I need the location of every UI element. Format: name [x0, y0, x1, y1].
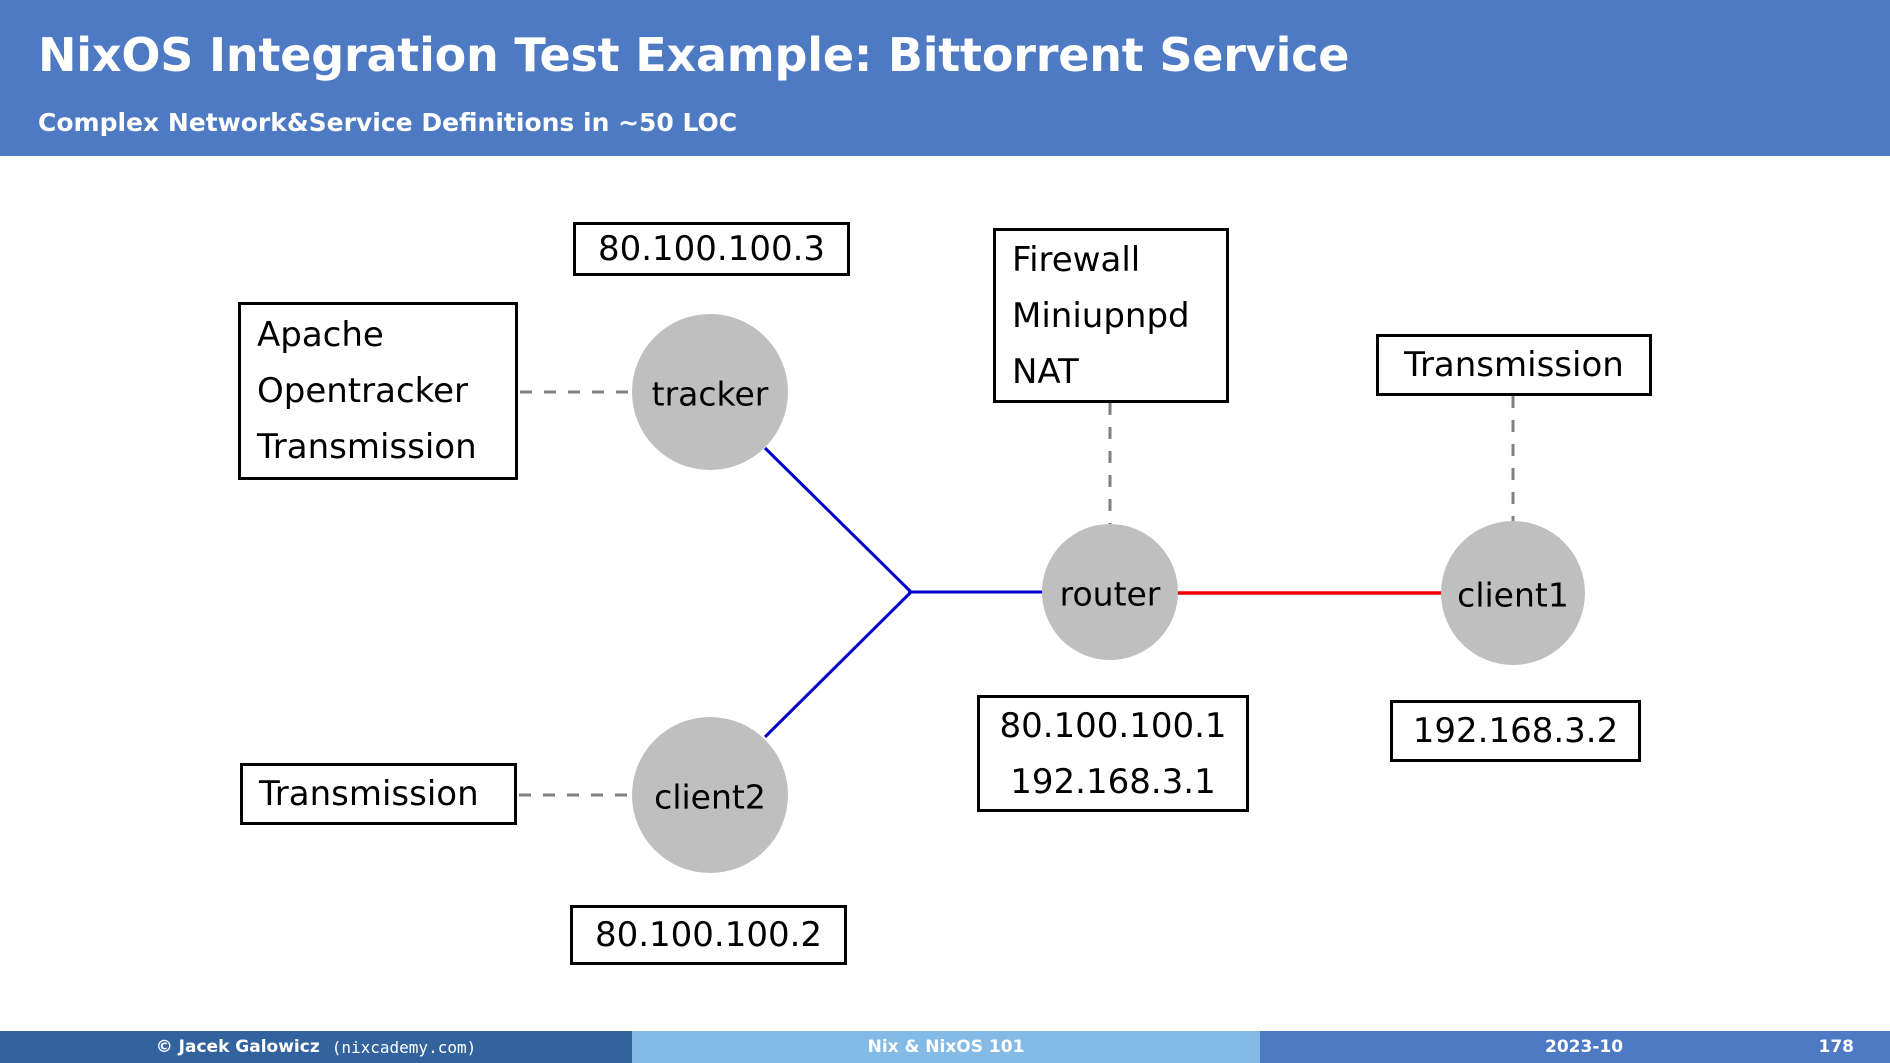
box-router-ip: 80.100.100.1 192.168.3.1: [977, 695, 1249, 812]
footer-website[interactable]: (nixcademy.com): [332, 1038, 477, 1057]
box-line: 192.168.3.1: [1010, 761, 1216, 802]
footer-page-number: 178: [1818, 1037, 1855, 1057]
slide-subtitle: Complex Network&Service Definitions in ~…: [38, 108, 738, 137]
node-circle-client2[interactable]: [632, 717, 788, 873]
node-circle-client1[interactable]: [1441, 521, 1585, 665]
box-line: 80.100.100.3: [597, 229, 826, 269]
box-line: Transmission: [1404, 345, 1624, 385]
footer-copyright: © Jacek Galowicz: [155, 1037, 320, 1057]
box-client1-ip: 192.168.3.2: [1390, 700, 1641, 762]
footer-date: 2023-10: [1545, 1037, 1624, 1057]
box-client2-services: Transmission: [240, 763, 517, 825]
box-line: 80.100.100.1: [999, 705, 1227, 746]
diagram-canvas: [519, 314, 1585, 873]
node-circle-router[interactable]: [1042, 524, 1178, 660]
box-client1-services: Transmission: [1376, 334, 1652, 396]
box-client2-ip: 80.100.100.2: [570, 905, 847, 965]
box-tracker-services: Apache Opentracker Transmission: [238, 302, 518, 480]
box-line: Opentracker: [257, 371, 469, 411]
footer-copyright-segment: © Jacek Galowicz (nixcademy.com): [0, 1031, 632, 1063]
slide-title: NixOS Integration Test Example: Bittorre…: [38, 28, 1350, 82]
lan-link-group: [763, 446, 1048, 739]
link-tracker-junction: [763, 446, 913, 594]
link-client2-junction: [763, 590, 913, 739]
footer-course-segment: Nix & NixOS 101: [632, 1031, 1260, 1063]
slide-header: NixOS Integration Test Example: Bittorre…: [0, 0, 1890, 156]
box-line: Apache: [257, 315, 384, 355]
box-line: Transmission: [257, 427, 477, 467]
footer-meta-segment: 2023-10 178: [1260, 1031, 1890, 1063]
network-topology-diagram: tracker client2 router client1 Apache Op…: [0, 156, 1890, 1031]
box-tracker-ip: 80.100.100.3: [573, 222, 850, 276]
footer-course-title: Nix & NixOS 101: [867, 1037, 1025, 1057]
box-line: Transmission: [259, 774, 479, 814]
box-router-services: Firewall Miniupnpd NAT: [993, 228, 1229, 403]
box-line: Firewall: [1012, 239, 1141, 280]
box-line: 192.168.3.2: [1412, 711, 1619, 751]
node-circle-tracker[interactable]: [632, 314, 788, 470]
box-line: NAT: [1012, 351, 1079, 392]
box-line: 80.100.100.2: [594, 915, 823, 955]
box-line: Miniupnpd: [1012, 295, 1190, 336]
slide-footer: © Jacek Galowicz (nixcademy.com) Nix & N…: [0, 1031, 1890, 1063]
